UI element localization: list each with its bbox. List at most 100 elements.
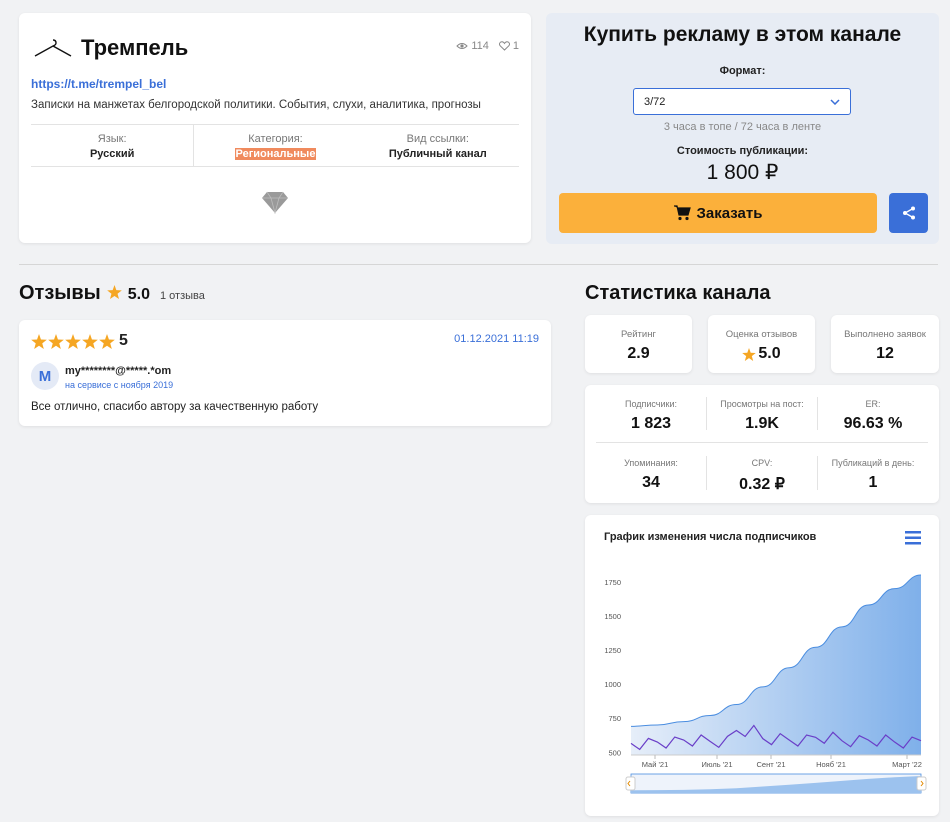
hanger-icon — [34, 39, 72, 57]
likes-counter[interactable]: 1 — [498, 40, 519, 52]
meta-category: Категория: Региональные — [193, 125, 356, 166]
stat-value: 34 — [642, 474, 660, 491]
share-icon — [902, 206, 915, 220]
channel-description: Записки на манжетах белгородской политик… — [31, 99, 481, 111]
x-tick-label: Июль '21 — [702, 760, 733, 769]
star-icon — [65, 333, 81, 349]
stat-cpv: CPV: 0.32 ₽ — [707, 444, 817, 502]
y-tick-label: 500 — [608, 748, 621, 757]
buy-ad-panel: Купить рекламу в этом канале Формат: 3/7… — [546, 13, 939, 244]
meta-value: Русский — [89, 148, 135, 160]
y-tick-label: 1750 — [604, 578, 621, 587]
channel-header: Трем­пель — [31, 35, 188, 61]
review-author: my********@*****.*om — [65, 365, 172, 377]
star-icon — [99, 333, 115, 349]
star-icon — [31, 333, 47, 349]
subscribers-chart-card: График изменения числа подписчиков 500 75… — [585, 515, 939, 816]
stat-label: Выполнено заявок — [844, 329, 926, 340]
channel-meta: Язык: Русский Категория: Региональные Ви… — [31, 124, 519, 167]
x-tick-label: Нояб '21 — [816, 760, 846, 769]
stat-label: Рейтинг — [621, 329, 656, 340]
stat-value: 2.9 — [627, 345, 650, 362]
stat-label: Упоминания: — [624, 458, 678, 468]
stat-completed-orders: Выполнено заявок 12 — [831, 315, 939, 373]
section-divider — [19, 264, 938, 265]
channel-link[interactable]: https://t.me/trempel_bel — [31, 77, 166, 91]
navigator-handle-right — [916, 776, 927, 791]
review-score: 5 — [119, 332, 128, 349]
star-icon — [106, 285, 122, 299]
meta-label: Язык: — [97, 133, 127, 145]
stat-label: CPV: — [751, 458, 773, 468]
channel-title: Трем­пель — [81, 35, 189, 60]
stat-value: 1 823 — [630, 415, 672, 432]
stat-value: 1.9K — [745, 415, 779, 432]
cart-icon — [673, 205, 691, 221]
reviews-rating: 5.0 — [127, 286, 150, 303]
stat-review-score: Оценка отзывов 5.0 — [708, 315, 815, 373]
y-tick-label: 750 — [608, 714, 621, 723]
stats-row: Упоминания: 34 CPV: 0.32 ₽ Публикаций в … — [596, 444, 928, 502]
share-button[interactable] — [889, 193, 928, 233]
likes-count: 1 — [512, 40, 519, 52]
meta-label: Категория: — [248, 133, 303, 145]
y-tick-label: 1000 — [604, 680, 621, 689]
stat-label: Просмотры на пост: — [720, 399, 804, 409]
stat-rating: Рейтинг 2.9 — [585, 315, 692, 373]
stat-value: 0.32 ₽ — [739, 476, 785, 493]
reviews-title: Отзывы — [19, 282, 101, 304]
stat-value: 96.63 % — [843, 415, 903, 432]
stats-title: Статистика канала — [585, 282, 771, 304]
stat-value: 12 — [876, 345, 894, 362]
review-date: 01.12.2021 11:19 — [454, 333, 539, 345]
stats-row: Подписчики: 1 823 Просмотры на пост: 1.9… — [596, 385, 928, 443]
eye-icon — [456, 43, 469, 49]
reviews-count: 1 отзыва — [160, 290, 205, 302]
stat-posts-per-day: Публикаций в день: 1 — [818, 444, 928, 502]
stat-er: ER: 96.63 % — [818, 385, 928, 442]
stat-label: Оценка отзывов — [725, 329, 798, 340]
stat-label: ER: — [865, 399, 881, 409]
meta-label: Вид ссылки: — [406, 133, 469, 145]
cost-value: 1 800 ₽ — [706, 161, 779, 184]
format-label: Формат: — [719, 65, 766, 77]
avatar: M — [31, 362, 59, 390]
x-tick-label: Март '22 — [892, 760, 922, 769]
subscribers-chart[interactable]: 500 750 1000 1250 1500 1750 Май '21 Июль '21 Сен… — [585, 515, 939, 816]
channel-stats: 114 1 — [456, 40, 519, 52]
x-tick-label: Сент '21 — [756, 760, 785, 769]
review-card: 5 01.12.2021 11:19 M my********@*****.*o… — [19, 320, 551, 426]
reviews-header: Отзывы 5.0 1 отзыва — [19, 282, 205, 305]
diamond-icon — [262, 191, 288, 214]
category-badge[interactable]: Региональные — [234, 148, 317, 160]
meta-language: Язык: Русский — [31, 125, 193, 166]
format-select[interactable]: 3/72 — [633, 88, 851, 115]
stat-label: Публикаций в день: — [831, 458, 915, 468]
star-icon — [742, 347, 757, 361]
stat-mentions: Упоминания: 34 — [596, 444, 706, 502]
stat-views-per-post: Просмотры на пост: 1.9K — [707, 385, 817, 442]
heart-icon — [498, 41, 510, 51]
buy-title: Купить рекламу в этом канале — [583, 23, 902, 46]
subscribers-area — [631, 575, 921, 755]
y-tick-label: 1250 — [604, 646, 621, 655]
stat-label: Подписчики: — [624, 399, 677, 409]
review-stars: 5 — [31, 332, 128, 350]
navigator-handle-left — [625, 776, 636, 791]
y-tick-label: 1500 — [604, 612, 621, 621]
stat-subscribers: Подписчики: 1 823 — [596, 385, 706, 442]
star-icon — [82, 333, 98, 349]
x-tick-label: Май '21 — [642, 760, 669, 769]
format-hint: 3 часа в топе / 72 часа в ленте — [663, 121, 822, 133]
views-counter: 114 — [456, 40, 489, 52]
cost-label: Стоимость публикации: — [676, 145, 809, 157]
order-button[interactable]: Заказать — [559, 193, 877, 233]
chevron-down-icon — [830, 98, 840, 105]
order-button-label: Заказать — [696, 204, 763, 222]
review-text: Все отлично, спасибо автору за качествен… — [31, 401, 319, 413]
star-icon — [48, 333, 64, 349]
meta-value: Публичный канал — [388, 148, 487, 160]
stats-grid: Подписчики: 1 823 Просмотры на пост: 1.9… — [585, 385, 939, 503]
stat-value: 1 — [868, 474, 878, 491]
meta-link-type: Вид ссылки: Публичный канал — [357, 125, 519, 166]
